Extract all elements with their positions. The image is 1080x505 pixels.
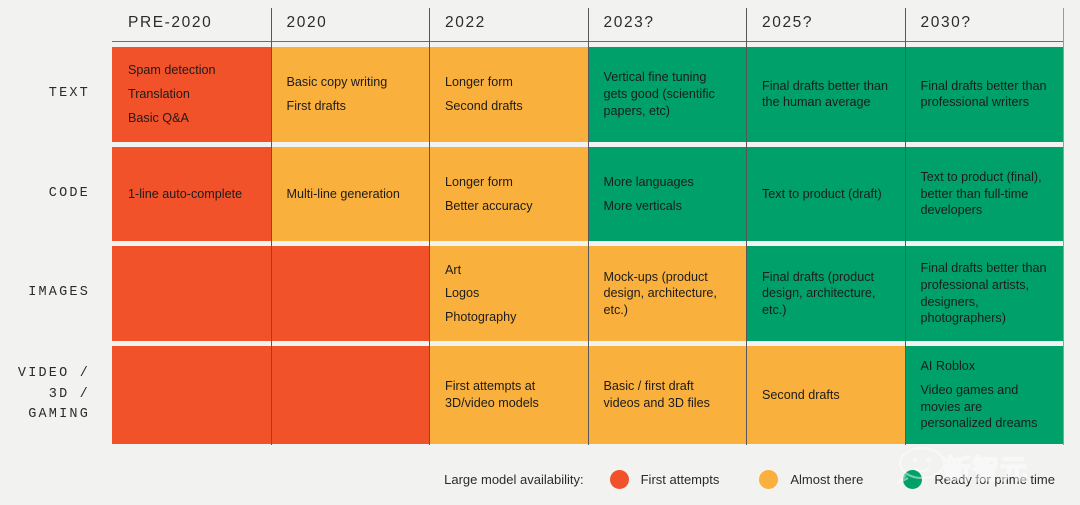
cell-text: Mock-ups (product design, architecture, … <box>603 269 717 318</box>
legend-item-2: Almost there <box>759 469 864 489</box>
row-label-2: CODE <box>48 185 90 201</box>
matrix-cell-r2-c4: More languages More verticals <box>587 146 746 242</box>
row-label-3: IMAGES <box>28 285 90 301</box>
column-header-6: 2030? <box>904 4 1063 42</box>
matrix-cell-r4-c5: Second drafts <box>746 346 905 444</box>
matrix-cell-r1-c1: Spam detection Translation Basic Q&A <box>112 47 271 142</box>
column-divider-6 <box>1063 8 1064 445</box>
legend-swatch-icon <box>759 469 779 489</box>
matrix-cell-r2-c2: Multi-line generation <box>270 146 429 242</box>
cell-text: Final drafts (product design, architectu… <box>762 269 876 318</box>
legend-item-3: Ready for prime time <box>903 469 1055 489</box>
cell-text: More languages <box>603 174 694 189</box>
cell-text: Second drafts <box>762 387 840 402</box>
column-header-1: PRE-2020 <box>112 4 271 42</box>
cell-text: Video games and movies are personalized … <box>920 382 1038 431</box>
matrix-cell-r3-c3: Art Logos Photography <box>429 246 588 342</box>
matrix-cell-r4-c2 <box>270 346 429 444</box>
matrix-cell-r3-c1 <box>112 246 271 342</box>
cell-text: First drafts <box>286 98 346 113</box>
cell-text: Better accuracy <box>445 198 533 213</box>
legend: Large model availability: First attempts… <box>0 462 1063 496</box>
matrix-cell-r4-c6: AI Roblox Video games and movies are pers… <box>904 346 1063 444</box>
row-label-1: TEXT <box>48 85 90 101</box>
matrix-cell-r1-c5: Final drafts better than the human avera… <box>746 47 905 142</box>
matrix-cell-r3-c2 <box>270 246 429 342</box>
cell-text: Art <box>445 262 462 277</box>
column-header-5: 2025? <box>746 4 905 42</box>
cell-text: Basic / first draft videos and 3D files <box>603 379 710 411</box>
cell-text: First attempts at 3D/video models <box>445 379 539 411</box>
cell-text: Text to product (final), better than ful… <box>920 169 1042 218</box>
cell-text: Vertical fine tuning gets good (scientif… <box>603 70 715 118</box>
matrix-cell-r2-c1: 1-line auto-complete <box>112 146 271 242</box>
matrix-cell-r1-c2: Basic copy writing First drafts <box>270 47 429 142</box>
cell-text: Second drafts <box>445 98 523 113</box>
legend-title: Large model availability: <box>444 471 584 487</box>
matrix-cell-r4-c1 <box>112 346 271 444</box>
cell-text: More verticals <box>603 198 682 213</box>
cell-text: Photography <box>445 310 517 325</box>
matrix-corner-cell <box>0 4 112 42</box>
matrix-cell-r1-c4: Vertical fine tuning gets good (scientif… <box>587 47 746 142</box>
matrix-cell-r4-c3: First attempts at 3D/video models <box>429 346 588 444</box>
infographic-board: PRE-2020 2020 2022 2023? 2025? 2030? TEXT Spam … <box>0 0 1080 505</box>
matrix-cell-r2-c6: Text to product (final), better than ful… <box>904 146 1063 242</box>
row-label-4: VIDEO / 3D / GAMING <box>17 365 90 423</box>
column-header-2: 2020 <box>270 4 429 42</box>
capability-matrix: PRE-2020 2020 2022 2023? 2025? 2030? TEXT Spam … <box>0 4 1063 444</box>
legend-label: Almost there <box>790 471 864 487</box>
cell-text: Translation <box>128 86 190 101</box>
column-header-4: 2023? <box>587 4 746 42</box>
cell-text: Text to product (draft) <box>762 186 882 201</box>
column-header-3: 2022 <box>429 4 588 42</box>
legend-label: First attempts <box>640 471 720 487</box>
cell-text: Logos <box>445 286 480 301</box>
cell-text: Multi-line generation <box>286 186 400 201</box>
matrix-cell-r4-c4: Basic / first draft videos and 3D files <box>587 346 746 444</box>
cell-text: 1-line auto-complete <box>128 186 243 201</box>
legend-swatch-icon <box>903 469 923 489</box>
matrix-cell-r1-c6: Final drafts better than professional wr… <box>904 47 1063 142</box>
legend-label: Ready for prime time <box>934 471 1055 487</box>
cell-text: AI Roblox <box>920 359 976 374</box>
cell-text: Final drafts better than the human avera… <box>762 78 889 110</box>
matrix-cell-r2-c5: Text to product (draft) <box>746 146 905 242</box>
cell-text: Final drafts better than professional wr… <box>920 78 1047 110</box>
matrix-cell-r3-c4: Mock-ups (product design, architecture, … <box>587 246 746 342</box>
cell-text: Longer form <box>445 75 513 90</box>
matrix-cell-r2-c3: Longer form Better accuracy <box>429 146 588 242</box>
matrix-cell-r3-c6: Final drafts better than professional ar… <box>904 246 1063 342</box>
legend-swatch-icon <box>609 469 629 489</box>
cell-text: Basic copy writing <box>286 75 388 90</box>
cell-text: Longer form <box>445 174 513 189</box>
cell-text: Spam detection <box>128 63 216 78</box>
legend-item-1: First attempts <box>609 469 720 489</box>
matrix-cell-r1-c3: Longer form Second drafts <box>429 47 588 142</box>
cell-text: Basic Q&A <box>128 110 189 125</box>
matrix-cell-r3-c5: Final drafts (product design, architectu… <box>746 246 905 342</box>
cell-text: Final drafts better than professional ar… <box>920 261 1047 326</box>
